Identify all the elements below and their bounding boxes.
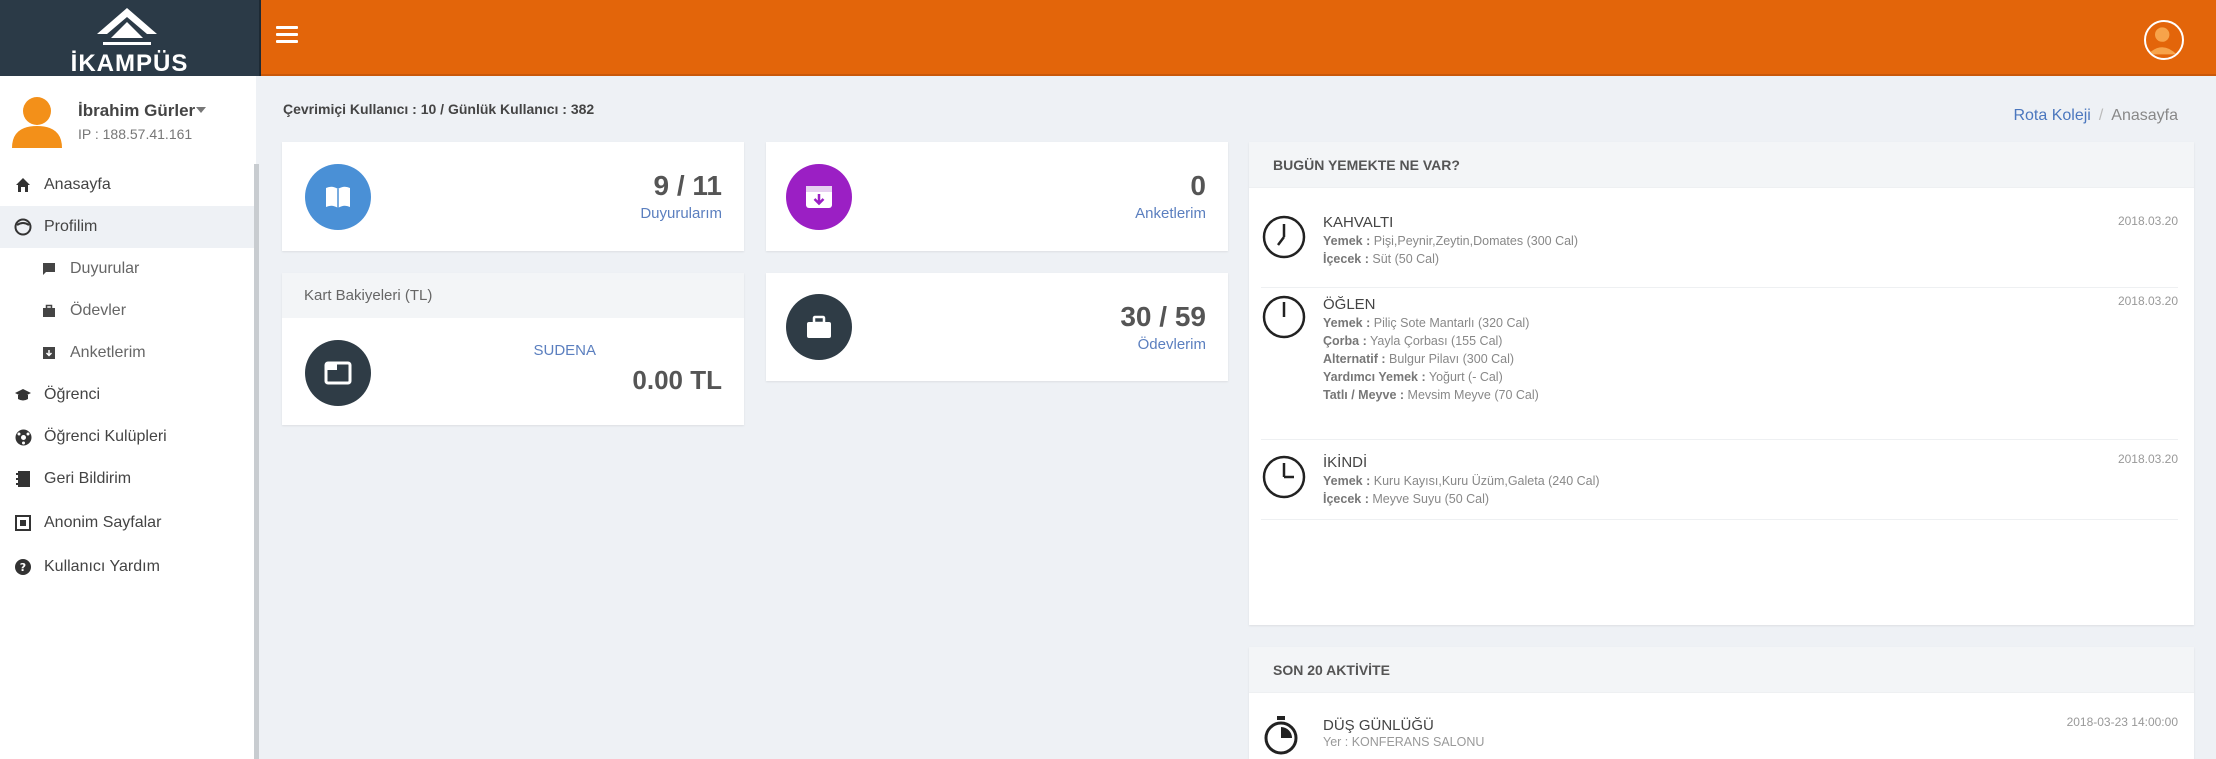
menu-toggle-icon[interactable] — [276, 26, 298, 44]
sidebar-item-label: Öğrenci Kulüpleri — [44, 428, 167, 445]
odevler-count: 30 / 59 — [1120, 301, 1206, 332]
meal-title: ÖĞLEN — [1323, 296, 1376, 313]
sidebar-item-anasayfa[interactable]: Anasayfa — [0, 164, 256, 206]
chat-icon — [40, 260, 58, 278]
duyurular-link[interactable]: Duyurularım — [640, 205, 722, 222]
meal-line: Yemek : Piliç Sote Mantarlı (320 Cal) — [1323, 316, 1530, 330]
graduation-cap-icon — [14, 386, 32, 404]
card-owner-name: SUDENA — [533, 342, 596, 359]
meal-date: 2018.03.20 — [2117, 214, 2178, 228]
user-profile[interactable]: İbrahim Gürler IP : 188.57.41.161 — [0, 76, 256, 156]
meal-title: KAHVALTI — [1323, 214, 1394, 231]
meal-line: İçecek : Süt (50 Cal) — [1323, 252, 1440, 266]
logo-icon — [97, 8, 157, 45]
svg-text:?: ? — [20, 561, 26, 574]
meal-line: Yemek : Pişi,Peynir,Zeytin,Domates (300 … — [1323, 234, 1578, 248]
meal-title: İKİNDİ — [1323, 454, 1368, 471]
sidebar-item-label: Öğrenci — [44, 386, 101, 403]
meal-line: Yardımcı Yemek : Yoğurt (- Cal) — [1323, 370, 1503, 384]
online-users-status: Çevrimiçi Kullanıcı : 10 / Günlük Kullan… — [283, 101, 595, 117]
card-balance-amount: 0.00 TL — [632, 365, 722, 395]
meal-line: Çorba : Yayla Çorbası (155 Cal) — [1323, 334, 1503, 348]
avatar — [12, 97, 62, 148]
activity-item-date: 2018-03-23 14:00:00 — [2066, 715, 2178, 729]
top-user-avatar[interactable] — [2144, 20, 2184, 60]
anketler-count: 0 — [1190, 170, 1206, 201]
daily-menu-title: BUGÜN YEMEKTE NE VAR? — [1249, 142, 2194, 188]
sidebar-item-profilim[interactable]: Profilim — [0, 206, 256, 248]
meal-line: Alternatif : Bulgur Pilavı (300 Cal) — [1323, 352, 1515, 366]
user-avatar-icon — [2147, 27, 2177, 55]
user-ip: IP : 188.57.41.161 — [78, 126, 193, 142]
inbox-icon — [786, 164, 852, 230]
breadcrumb-root[interactable]: Rota Koleji — [2013, 107, 2090, 125]
activity-panel: SON 20 AKTİVİTE DÜŞ GÜNLÜĞÜ 2018-03-23 1… — [1249, 647, 2194, 759]
sidebar-item-odevler[interactable]: Ödevler — [0, 290, 256, 332]
card-balance-title: Kart Bakiyeleri (TL) — [282, 273, 744, 318]
meal-date: 2018.03.20 — [2117, 452, 2178, 466]
clock-icon — [1262, 215, 1306, 259]
sidebar-item-geri-bildirim[interactable]: Geri Bildirim — [0, 458, 256, 500]
chevron-down-icon[interactable] — [196, 107, 206, 113]
brand-logo[interactable]: İKAMPÜS — [0, 0, 259, 77]
sidebar-item-ogrenci[interactable]: Öğrenci — [0, 374, 256, 416]
sidebar-item-kulupler[interactable]: Öğrenci Kulüpleri — [0, 416, 256, 458]
activity-title: SON 20 AKTİVİTE — [1249, 647, 2194, 693]
stat-card-anketler[interactable]: 0 Anketlerim — [766, 142, 1228, 251]
stat-card-odevler[interactable]: 30 / 59 Ödevlerim — [766, 273, 1228, 381]
notebook-icon — [14, 470, 32, 488]
sidebar-item-kullanici-yardim[interactable]: ? Kullanıcı Yardım — [0, 546, 256, 588]
meal-line: Yemek : Kuru Kayısı,Kuru Üzüm,Galeta (24… — [1323, 474, 1600, 488]
anketler-link[interactable]: Anketlerim — [1135, 205, 1206, 222]
folder-icon — [305, 340, 371, 406]
stat-card-duyurular[interactable]: 9 / 11 Duyurularım — [282, 142, 744, 251]
clock-icon — [1262, 455, 1306, 499]
meal-line: Tatlı / Meyve : Mevsim Meyve (70 Cal) — [1323, 388, 1539, 402]
sidebar-item-label: Profilim — [44, 218, 98, 235]
sidebar-item-anonim-sayfalar[interactable]: Anonim Sayfalar — [0, 502, 256, 544]
stopwatch-icon — [1264, 716, 1298, 755]
breadcrumb-separator: / — [2098, 107, 2104, 124]
clock-icon — [1262, 295, 1306, 339]
sidebar-item-label: Anasayfa — [44, 176, 111, 193]
face-icon — [14, 218, 32, 236]
sidebar: İbrahim Gürler IP : 188.57.41.161 Anasay… — [0, 76, 256, 759]
brand-name: İKAMPÜS — [70, 50, 189, 77]
meal-line: İçecek : Meyve Suyu (50 Cal) — [1323, 492, 1490, 506]
book-icon — [305, 164, 371, 230]
sidebar-item-duyurular[interactable]: Duyurular — [0, 248, 256, 290]
sidebar-item-label: Geri Bildirim — [44, 470, 132, 487]
activity-item-place: Yer : KONFERANS SALONU — [1323, 735, 1485, 749]
meal-date: 2018.03.20 — [2117, 294, 2178, 308]
sidebar-item-label: Anonim Sayfalar — [44, 514, 162, 531]
sidebar-item-anketlerim[interactable]: Anketlerim — [0, 332, 256, 374]
archive-icon — [40, 344, 58, 362]
breadcrumb-current: Anasayfa — [2111, 107, 2178, 124]
activity-item-title: DÜŞ GÜNLÜĞÜ — [1323, 717, 1434, 734]
ball-icon — [14, 428, 32, 446]
meal-item: ÖĞLEN 2018.03.20 Yemek : Piliç Sote Mant… — [1261, 288, 2178, 440]
breadcrumb: Rota Koleji / Anasayfa — [2013, 107, 2178, 125]
sidebar-item-label: Ödevler — [70, 302, 127, 319]
help-icon: ? — [14, 558, 32, 576]
sidebar-scrollbar[interactable] — [254, 164, 259, 759]
sidebar-item-label: Anketlerim — [70, 344, 146, 361]
sidebar-item-label: Kullanıcı Yardım — [44, 558, 160, 575]
activity-item[interactable]: DÜŞ GÜNLÜĞÜ 2018-03-23 14:00:00 Yer : KO… — [1261, 713, 2178, 759]
meal-item: KAHVALTI 2018.03.20 Yemek : Pişi,Peynir,… — [1261, 208, 2178, 288]
user-name: İbrahim Gürler — [78, 101, 196, 120]
meal-item: İKİNDİ 2018.03.20 Yemek : Kuru Kayısı,Ku… — [1261, 440, 2178, 520]
top-bar — [261, 0, 2216, 76]
duyurular-count: 9 / 11 — [653, 170, 722, 201]
daily-menu-panel: BUGÜN YEMEKTE NE VAR? KAHVALTI 2018.03.2… — [1249, 142, 2194, 625]
home-icon — [14, 176, 32, 194]
odevler-link[interactable]: Ödevlerim — [1138, 336, 1206, 353]
sidebar-item-label: Duyurular — [70, 260, 140, 277]
card-balance-panel: Kart Bakiyeleri (TL) SUDENA 0.00 TL — [282, 273, 744, 425]
briefcase-icon — [786, 294, 852, 360]
mask-icon — [14, 514, 32, 532]
briefcase-icon — [40, 302, 58, 320]
